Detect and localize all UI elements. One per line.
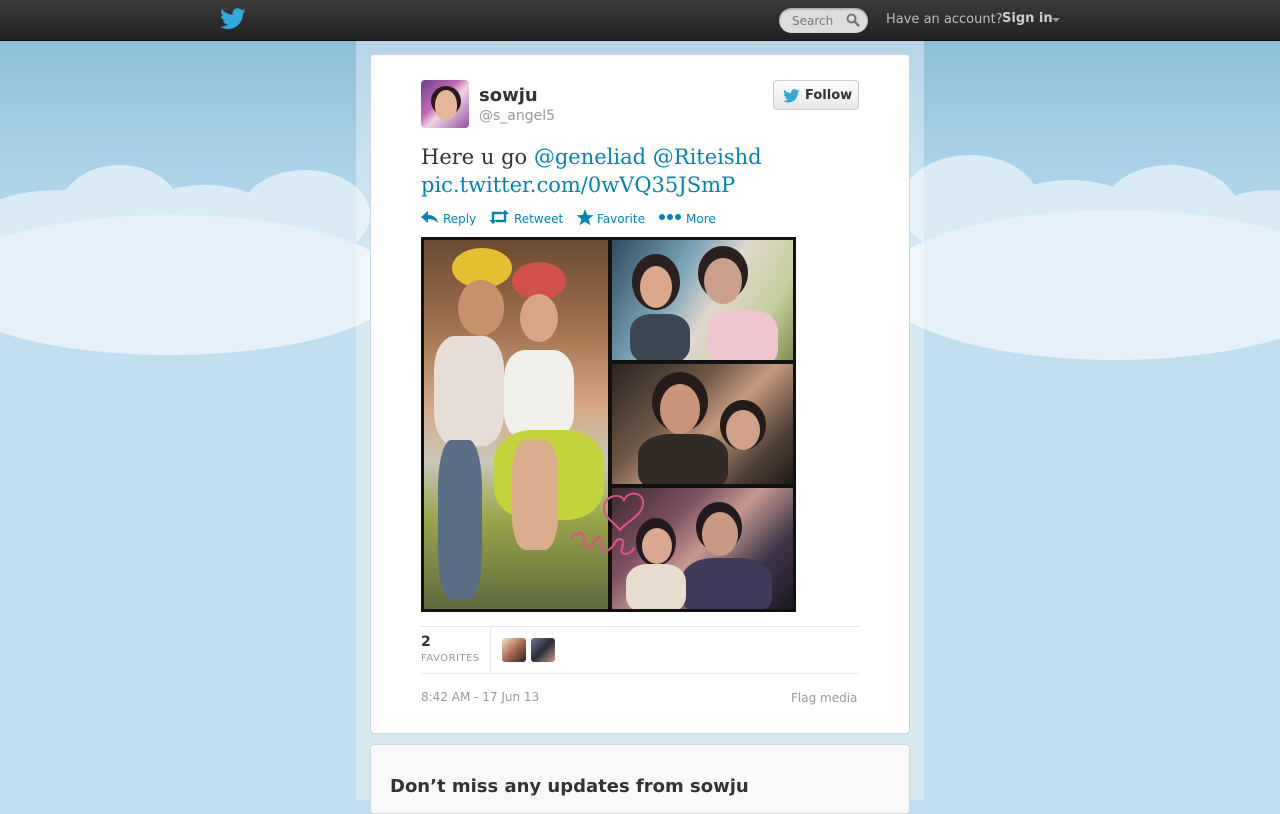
tweet-text-body: Here u go bbox=[421, 145, 534, 169]
promo-heading: Don’t miss any updates from sowju bbox=[390, 776, 749, 797]
heart-icon bbox=[570, 492, 645, 556]
flag-media-link[interactable]: Flag media bbox=[791, 691, 857, 705]
user-avatar[interactable] bbox=[421, 80, 469, 128]
retweet-label: Retweet bbox=[514, 212, 564, 226]
search-input[interactable] bbox=[779, 8, 845, 33]
top-navigation-bar: Have an account? Sign in bbox=[0, 0, 1280, 41]
reply-label: Reply bbox=[443, 212, 477, 226]
favoriter-avatar[interactable] bbox=[502, 638, 526, 662]
twitter-bird-icon bbox=[783, 89, 800, 103]
tweet-text: Here u go @geneliad @Riteishd pic.twitter… bbox=[421, 143, 861, 199]
star-icon bbox=[576, 209, 594, 226]
favoriter-avatar[interactable] bbox=[531, 638, 555, 662]
photo-panel bbox=[612, 364, 793, 484]
ellipsis-icon bbox=[659, 214, 681, 220]
more-label: More bbox=[686, 212, 716, 226]
mention-link[interactable]: @Riteishd bbox=[653, 145, 762, 169]
have-account-text: Have an account? bbox=[886, 12, 1003, 27]
display-name[interactable]: sowju bbox=[479, 85, 538, 106]
favorite-label: Favorite bbox=[597, 212, 645, 226]
favorites-label: FAVORITES bbox=[421, 653, 480, 664]
chevron-down-icon[interactable] bbox=[1052, 18, 1060, 22]
favorites-count[interactable]: 2 bbox=[421, 634, 431, 650]
search-box bbox=[779, 8, 868, 33]
divider bbox=[421, 626, 859, 627]
retweet-icon bbox=[489, 210, 509, 224]
follow-label: Follow bbox=[805, 88, 853, 103]
tweet-photo[interactable] bbox=[421, 237, 796, 612]
media-link[interactable]: pic.twitter.com/0wVQ35JSmP bbox=[421, 173, 735, 197]
tweet-timestamp[interactable]: 8:42 AM - 17 Jun 13 bbox=[421, 690, 539, 704]
follow-button[interactable]: Follow bbox=[773, 80, 859, 110]
reply-icon bbox=[421, 211, 438, 223]
search-icon[interactable] bbox=[846, 13, 860, 27]
divider bbox=[490, 627, 491, 673]
photo-panel bbox=[612, 240, 793, 360]
mention-link[interactable]: @geneliad bbox=[534, 145, 646, 169]
twitter-bird-icon[interactable] bbox=[220, 8, 246, 30]
sign-in-link[interactable]: Sign in bbox=[1002, 11, 1053, 26]
user-handle[interactable]: @s_angel5 bbox=[479, 108, 555, 124]
divider bbox=[421, 673, 859, 674]
